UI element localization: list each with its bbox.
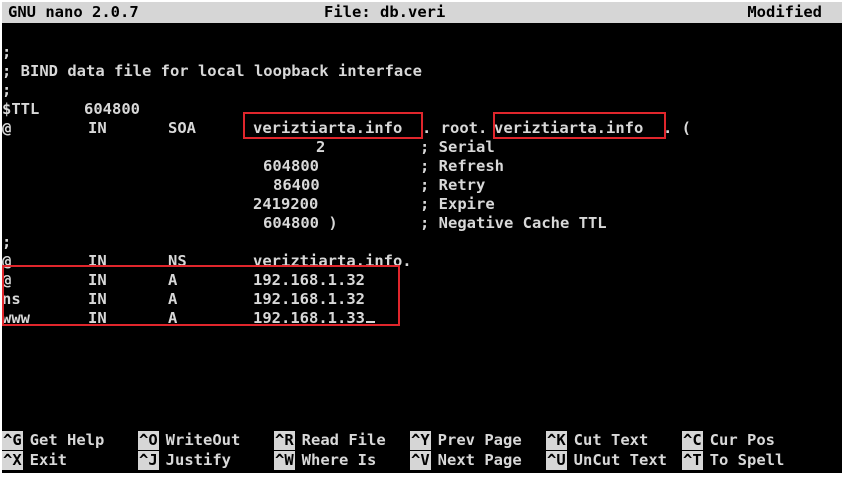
expire-comment: ; Expire (420, 195, 495, 213)
shortcut-to-spell[interactable]: ^T To Spell (682, 451, 784, 470)
serial-value: 2 (316, 138, 326, 156)
soa-root-prefix: . root. (422, 119, 488, 137)
soa-serial-line: 2 ; Serial (2, 138, 842, 157)
modified-status: Modified (747, 3, 822, 21)
shortcut-label: Get Help (29, 431, 105, 449)
serial-comment: ; Serial (420, 138, 495, 156)
record-type: SOA (168, 119, 196, 137)
shortcut-get-help[interactable]: ^G Get Help (2, 431, 104, 450)
refresh-comment: ; Refresh (420, 157, 504, 175)
shortcut-key: ^O (138, 431, 159, 450)
shortcut-label: Justify (165, 451, 231, 469)
file-name: File: db.veri (324, 3, 446, 21)
app-version: GNU nano 2.0.7 (8, 3, 139, 21)
shortcut-label: Prev Page (437, 431, 522, 449)
shortcut-key: ^V (410, 451, 431, 470)
shortcut-label: WriteOut (165, 431, 241, 449)
shortcut-cur-pos[interactable]: ^C Cur Pos (682, 431, 775, 450)
soa-open-paren: . ( (663, 119, 691, 137)
shortcut-key: ^X (2, 451, 23, 470)
shortcut-label: To Spell (709, 451, 785, 469)
editor-area[interactable]: ; ; BIND data file for local loopback in… (2, 24, 842, 424)
record-name: @ (2, 119, 12, 137)
shortcut-key: ^J (138, 451, 159, 470)
highlight-box-admin-domain (493, 112, 666, 139)
ttl-value: 604800 (84, 100, 140, 118)
shortcut-key: ^U (546, 451, 567, 470)
highlight-box-primary-ns (243, 112, 423, 139)
ttl-directive: $TTL (2, 100, 40, 118)
line-text: ; (2, 81, 12, 99)
shortcut-key: ^R (274, 431, 295, 450)
soa-negative-ttl-line: 604800 ) ; Negative Cache TTL (2, 214, 842, 233)
record-class: IN (88, 119, 107, 137)
shortcut-key: ^W (274, 451, 295, 470)
terminal-screen: GNU nano 2.0.7 File: db.veri Modified ; … (2, 2, 842, 473)
shortcut-label: Next Page (437, 451, 522, 469)
shortcut-label: Cur Pos (709, 431, 775, 449)
shortcut-where-is[interactable]: ^W Where Is (274, 451, 376, 470)
soa-refresh-line: 604800 ; Refresh (2, 157, 842, 176)
shortcut-label: Read File (301, 431, 386, 449)
nano-title-bar: GNU nano 2.0.7 File: db.veri Modified (2, 2, 842, 23)
zone-line-comment: ; (2, 43, 842, 62)
zone-line-comment: ; (2, 233, 842, 252)
retry-comment: ; Retry (420, 176, 486, 194)
retry-value: 86400 (273, 176, 320, 194)
shortcut-justify[interactable]: ^J Justify (138, 451, 231, 470)
shortcut-bar: ^G Get Help ^O WriteOut ^R Read File ^Y Prev… (2, 431, 842, 471)
shortcut-label: Cut Text (573, 431, 649, 449)
shortcut-label: UnCut Text (573, 451, 667, 469)
soa-retry-line: 86400 ; Retry (2, 176, 842, 195)
shortcut-next-page[interactable]: ^V Next Page (410, 451, 522, 470)
shortcut-prev-page[interactable]: ^Y Prev Page (410, 431, 522, 450)
line-text: ; BIND data file for local loopback inte… (2, 62, 422, 80)
shortcut-key: ^T (682, 451, 703, 470)
shortcut-cut-text[interactable]: ^K Cut Text (546, 431, 648, 450)
shortcut-key: ^K (546, 431, 567, 450)
shortcut-label: Exit (29, 451, 67, 469)
shortcut-uncut-text[interactable]: ^U UnCut Text (546, 451, 667, 470)
shortcut-read-file[interactable]: ^R Read File (274, 431, 386, 450)
shortcut-key: ^G (2, 431, 23, 450)
shortcut-key: ^Y (410, 431, 431, 450)
refresh-value: 604800 (263, 157, 319, 175)
shortcut-exit[interactable]: ^X Exit (2, 451, 67, 470)
shortcut-label: Where Is (301, 451, 377, 469)
negative-ttl-comment: ; Negative Cache TTL (420, 214, 607, 232)
soa-expire-line: 2419200 ; Expire (2, 195, 842, 214)
zone-line-comment: ; BIND data file for local loopback inte… (2, 62, 842, 81)
shortcut-key: ^C (682, 431, 703, 450)
expire-value: 2419200 (253, 195, 319, 213)
line-text: ; (2, 43, 12, 61)
line-text: ; (2, 233, 12, 251)
negative-ttl-value: 604800 ) (263, 214, 338, 232)
highlight-box-a-records (2, 265, 400, 326)
zone-line-comment: ; (2, 81, 842, 100)
shortcut-writeout[interactable]: ^O WriteOut (138, 431, 240, 450)
